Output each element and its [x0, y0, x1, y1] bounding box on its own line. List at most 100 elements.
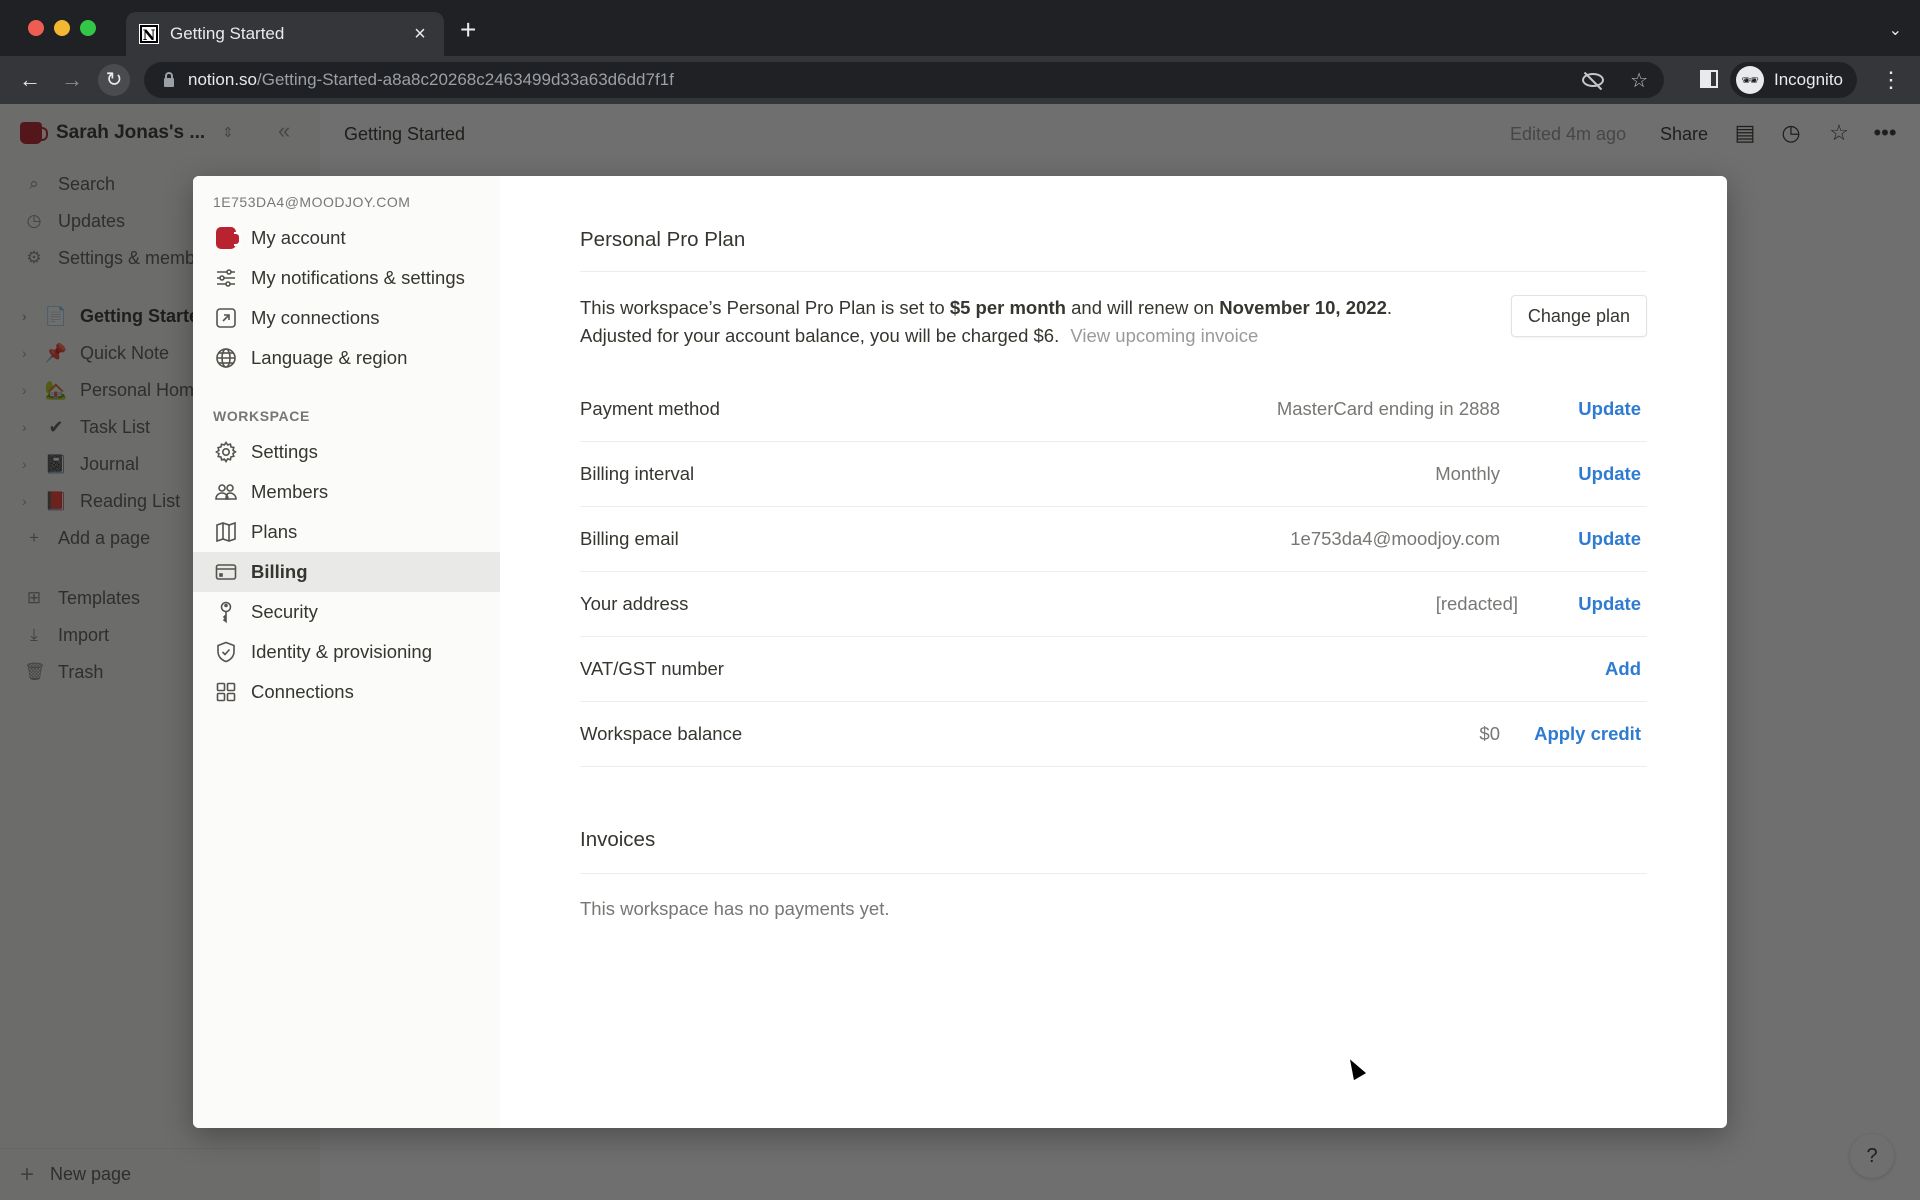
- settings-item-settings[interactable]: Settings: [193, 432, 500, 472]
- account-email: 1E753DA4@MOODJOY.COM: [213, 194, 411, 210]
- row-label: Billing email: [580, 528, 679, 549]
- settings-item-label: Identity & provisioning: [251, 641, 432, 662]
- update-address-link[interactable]: Update: [1578, 593, 1641, 615]
- settings-item-label: Billing: [251, 561, 308, 582]
- no-payments-message: This workspace has no payments yet.: [580, 898, 890, 919]
- billing-row-address: Your address [redacted] Update: [580, 572, 1647, 637]
- incognito-label: Incognito: [1774, 70, 1843, 89]
- settings-item-language[interactable]: Language & region: [193, 338, 500, 378]
- row-value: MasterCard ending in 2888: [1276, 398, 1500, 419]
- divider: [580, 271, 1647, 272]
- plan-description: This workspace’s Personal Pro Plan is se…: [580, 294, 1480, 350]
- billing-row-balance: Workspace balance $0 Apply credit: [580, 702, 1647, 767]
- plan-heading: Personal Pro Plan: [580, 228, 746, 251]
- notion-favicon-icon: N: [139, 24, 159, 44]
- plan-text-part: .: [1386, 297, 1393, 318]
- renew-date: November 10, 2022: [1219, 297, 1387, 318]
- divider: [580, 873, 1647, 874]
- eye-off-icon[interactable]: [1582, 73, 1605, 87]
- settings-item-security[interactable]: Security: [193, 592, 500, 632]
- bookmark-star-icon[interactable]: ☆: [1630, 68, 1648, 93]
- change-plan-button[interactable]: Change plan: [1510, 295, 1647, 337]
- new-tab-plus-icon[interactable]: +: [460, 16, 476, 44]
- side-panel-icon[interactable]: [1700, 70, 1718, 88]
- plan-text-part: and will renew on: [1066, 297, 1220, 318]
- row-value: [redacted]: [1435, 593, 1518, 614]
- settings-item-label: My connections: [251, 307, 380, 328]
- url-host: notion.so: [188, 70, 257, 89]
- row-label: VAT/GST number: [580, 658, 724, 679]
- workspace-section-heading: WORKSPACE: [213, 408, 310, 424]
- external-link-icon: [213, 306, 239, 330]
- incognito-icon: 🕶: [1736, 66, 1764, 94]
- window-minimize-button[interactable]: [54, 20, 70, 36]
- apply-credit-link[interactable]: Apply credit: [1534, 723, 1641, 745]
- tab-title: Getting Started: [170, 24, 285, 43]
- billing-row-interval: Billing interval Monthly Update: [580, 442, 1647, 507]
- map-icon: [213, 520, 239, 544]
- settings-item-label: Security: [251, 601, 318, 622]
- window-zoom-button[interactable]: [80, 20, 96, 36]
- settings-item-label: Language & region: [251, 347, 408, 368]
- window-close-button[interactable]: [28, 20, 44, 36]
- update-billing-interval-link[interactable]: Update: [1578, 463, 1641, 485]
- settings-modal: 1E753DA4@MOODJOY.COM My account My notif…: [193, 176, 1727, 1128]
- browser-tabstrip: N Getting Started × + ⌄: [0, 0, 1920, 56]
- shield-check-icon: [213, 640, 239, 664]
- settings-item-label: Connections: [251, 681, 354, 702]
- billing-row-email: Billing email 1e753da4@moodjoy.com Updat…: [580, 507, 1647, 572]
- gear-icon: [213, 440, 239, 464]
- settings-item-identity[interactable]: Identity & provisioning: [193, 632, 500, 672]
- forward-arrow-icon[interactable]: →: [56, 64, 88, 96]
- row-label: Workspace balance: [580, 723, 743, 744]
- browser-toolbar: ← → ↻ notion.so /Getting-Started-a8a8c20…: [0, 56, 1920, 104]
- account-avatar-icon: [216, 227, 241, 249]
- settings-item-label: My notifications & settings: [251, 267, 465, 288]
- row-value: 1e753da4@moodjoy.com: [1290, 528, 1500, 549]
- tab-close-icon[interactable]: ×: [410, 23, 430, 46]
- row-label: Billing interval: [580, 463, 695, 484]
- browser-menu-icon[interactable]: ⋮: [1880, 64, 1902, 96]
- settings-item-label: Plans: [251, 521, 298, 542]
- settings-item-members[interactable]: Members: [193, 472, 500, 512]
- credit-card-icon: [213, 560, 239, 584]
- settings-item-notifications[interactable]: My notifications & settings: [193, 258, 500, 298]
- view-upcoming-invoice-link[interactable]: View upcoming invoice: [1070, 325, 1258, 346]
- incognito-profile-button[interactable]: 🕶 Incognito: [1730, 62, 1857, 98]
- row-label: Payment method: [580, 398, 720, 419]
- row-value: $0: [1479, 723, 1500, 744]
- members-icon: [213, 480, 239, 504]
- settings-item-label: My account: [251, 227, 346, 248]
- address-bar[interactable]: notion.so /Getting-Started-a8a8c20268c24…: [144, 62, 1664, 98]
- plan-price: $5 per month: [949, 297, 1066, 318]
- invoices-heading: Invoices: [580, 828, 656, 851]
- settings-item-label: Settings: [251, 441, 318, 462]
- settings-item-my-account[interactable]: My account: [193, 218, 500, 258]
- globe-icon: [213, 346, 239, 370]
- update-billing-email-link[interactable]: Update: [1578, 528, 1641, 550]
- billing-row-payment-method: Payment method MasterCard ending in 2888…: [580, 377, 1647, 442]
- tab-search-chevron-icon[interactable]: ⌄: [1889, 20, 1902, 40]
- add-vat-link[interactable]: Add: [1605, 658, 1641, 680]
- settings-item-label: Members: [251, 481, 329, 502]
- row-label: Your address: [580, 593, 689, 614]
- plan-text-part: This workspace’s Personal Pro Plan is se…: [580, 297, 950, 318]
- sliders-icon: [213, 266, 239, 290]
- key-icon: [213, 600, 239, 624]
- settings-item-connections[interactable]: Connections: [193, 672, 500, 712]
- reload-icon[interactable]: ↻: [98, 64, 130, 96]
- billing-panel: Personal Pro Plan This workspace’s Perso…: [500, 176, 1727, 1128]
- row-value: Monthly: [1435, 463, 1500, 484]
- url-path: /Getting-Started-a8a8c20268c2463499d33a6…: [257, 70, 674, 89]
- settings-item-plans[interactable]: Plans: [193, 512, 500, 552]
- grid-icon: [213, 680, 239, 704]
- settings-sidebar: 1E753DA4@MOODJOY.COM My account My notif…: [193, 176, 500, 1128]
- back-arrow-icon[interactable]: ←: [14, 64, 46, 96]
- settings-item-billing[interactable]: Billing: [193, 552, 500, 592]
- browser-tab[interactable]: N Getting Started ×: [126, 12, 444, 56]
- billing-row-vat: VAT/GST number Add: [580, 637, 1647, 702]
- charge-note: Adjusted for your account balance, you w…: [580, 325, 1060, 346]
- update-payment-method-link[interactable]: Update: [1578, 398, 1641, 420]
- settings-item-my-connections[interactable]: My connections: [193, 298, 500, 338]
- lock-icon[interactable]: [164, 71, 174, 87]
